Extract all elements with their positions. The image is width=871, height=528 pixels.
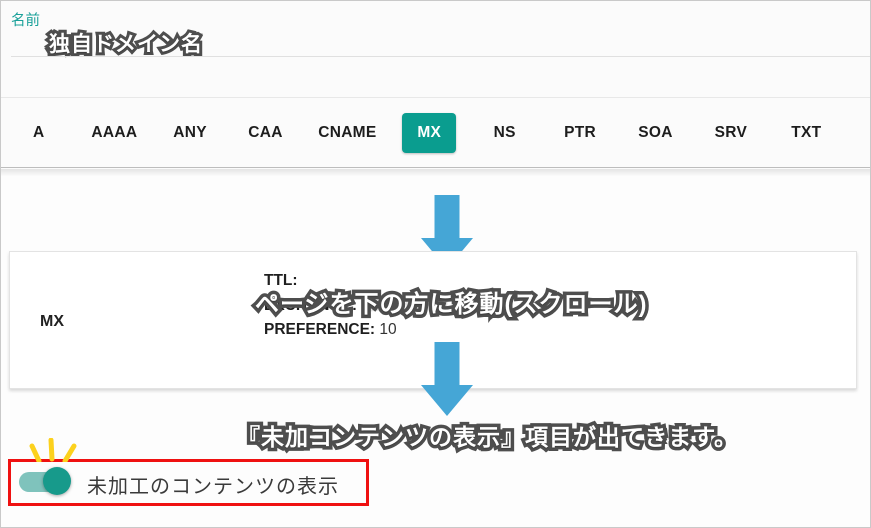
tab-aaaa[interactable]: AAAA	[76, 98, 152, 167]
tab-ptr[interactable]: PTR	[542, 98, 617, 167]
tab-soa-label: SOA	[623, 113, 688, 153]
tabstrip-shadow	[1, 169, 870, 176]
tab-cname[interactable]: CNAME	[303, 98, 391, 167]
tab-aaaa-label: AAAA	[76, 113, 152, 153]
record-type-cell: MX	[40, 313, 64, 331]
tab-ns-label: NS	[479, 113, 531, 153]
tab-mx[interactable]: MX	[392, 98, 467, 167]
tab-caa[interactable]: CAA	[228, 98, 303, 167]
tab-srv-label: SRV	[700, 113, 763, 153]
tab-caa-label: CAA	[233, 113, 297, 153]
tab-ns[interactable]: NS	[467, 98, 542, 167]
tab-a-label: A	[18, 113, 60, 153]
name-field-label: 名前	[11, 9, 40, 30]
domain-caption: 独自ドメイン名	[49, 28, 203, 58]
down-arrow-icon	[421, 342, 473, 416]
scroll-instruction-caption: ページを下の方に移動(スクロール)	[255, 284, 648, 319]
dig-tool-page: 名前 独自ドメイン名 AAAAAANYCAACNAMEMXNSPTRSOASRV…	[0, 0, 871, 528]
tab-soa[interactable]: SOA	[618, 98, 693, 167]
raw-content-toggle[interactable]	[19, 467, 73, 495]
toggle-thumb	[43, 467, 71, 495]
tab-srv[interactable]: SRV	[693, 98, 768, 167]
tab-txt[interactable]: TXT	[769, 98, 844, 167]
result-caption: 『未加コンテンツの表示』項目が出てきます。	[237, 418, 738, 452]
preference-label: PREFERENCE:	[264, 321, 375, 338]
sparkle-icon	[29, 438, 79, 462]
preference-value: 10	[379, 321, 396, 338]
tab-any-label: ANY	[158, 113, 222, 153]
record-type-tabs: AAAAAANYCAACNAMEMXNSPTRSOASRVTXT	[1, 97, 870, 168]
raw-content-toggle-label: 未加工のコンテンツの表示	[87, 470, 339, 499]
tab-any[interactable]: ANY	[152, 98, 227, 167]
preference-row: PREFERENCE: 10	[264, 318, 491, 342]
tab-cname-label: CNAME	[303, 113, 391, 153]
tab-a[interactable]: A	[1, 98, 76, 167]
header-divider	[11, 56, 870, 57]
tab-mx-label: MX	[402, 113, 456, 153]
tab-txt-label: TXT	[776, 113, 836, 153]
tab-ptr-label: PTR	[549, 113, 611, 153]
